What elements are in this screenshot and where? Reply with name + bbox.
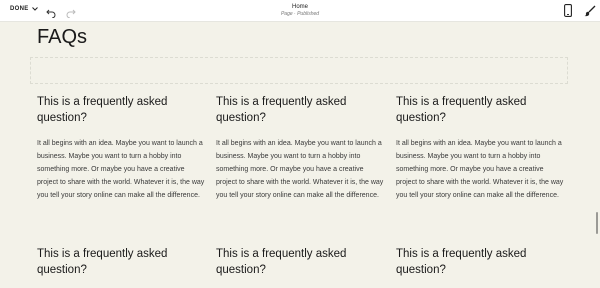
redo-icon xyxy=(66,9,76,19)
faq-item: This is a frequently asked question? xyxy=(37,246,207,278)
mobile-icon xyxy=(564,4,572,17)
faq-answer: It all begins with an idea. Maybe you wa… xyxy=(396,140,564,199)
faq-item: This is a frequently asked question? It … xyxy=(396,94,566,202)
faq-question: This is a frequently asked question? xyxy=(216,248,347,276)
faq-question: This is a frequently asked question? xyxy=(396,248,527,276)
page-status: Page · Published xyxy=(280,11,320,17)
faq-question: This is a frequently asked question? xyxy=(37,96,168,124)
faq-answer: It all begins with an idea. Maybe you wa… xyxy=(37,140,205,199)
undo-button[interactable] xyxy=(46,5,56,23)
empty-block-placeholder[interactable] xyxy=(30,57,568,84)
mobile-view-button[interactable] xyxy=(564,4,572,22)
faq-question: This is a frequently asked question? xyxy=(37,248,168,276)
faq-heading: FAQs xyxy=(37,26,88,48)
done-label: DONE xyxy=(10,6,29,12)
faq-answer: It all begins with an idea. Maybe you wa… xyxy=(216,140,384,199)
vertical-scrollbar[interactable] xyxy=(596,212,598,234)
design-button[interactable] xyxy=(584,4,596,22)
page-info[interactable]: Home Page · Published xyxy=(250,3,350,18)
chevron-down-icon xyxy=(31,7,38,11)
design-brush-icon xyxy=(584,5,596,17)
faq-item: This is a frequently asked question? It … xyxy=(37,94,207,202)
editor-toolbar: DONE Home Page · Published xyxy=(0,0,600,22)
faq-question: This is a frequently asked question? xyxy=(396,96,527,124)
page-title: Home xyxy=(291,4,308,10)
page-canvas: FAQs This is a frequently asked question… xyxy=(0,22,600,288)
undo-icon xyxy=(46,9,56,19)
faq-item: This is a frequently asked question? xyxy=(216,246,386,278)
faq-item: This is a frequently asked question? It … xyxy=(216,94,386,202)
redo-button[interactable] xyxy=(66,5,76,23)
done-button[interactable]: DONE xyxy=(10,6,38,12)
faq-question: This is a frequently asked question? xyxy=(216,96,347,124)
faq-item: This is a frequently asked question? xyxy=(396,246,566,278)
